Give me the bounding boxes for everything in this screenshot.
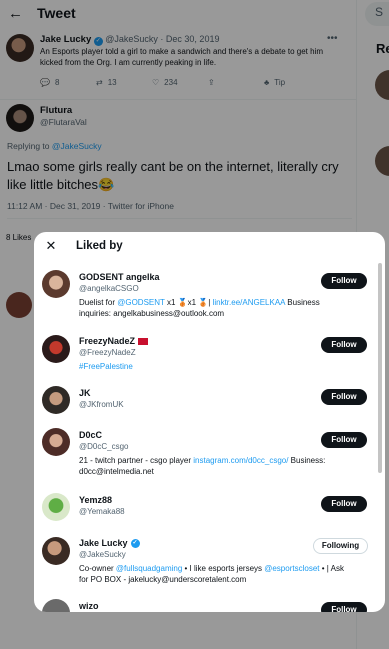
close-icon[interactable]: ✕ [42, 237, 60, 255]
user-handle: @JakeSucky [79, 550, 126, 559]
follow-button[interactable]: Follow [321, 273, 367, 289]
follow-button[interactable]: Follow [321, 496, 367, 512]
bio-link[interactable]: @GODSENT [117, 298, 165, 307]
bio-text: 21 - twitch partner - csgo player [79, 456, 194, 465]
bio-text: Duelist for [79, 298, 118, 307]
user-handle: @Yemaka88 [79, 507, 125, 516]
user-name[interactable]: GODSENT angelka [79, 272, 160, 282]
user-handle: @FreezyNadeZ [79, 348, 136, 357]
dialog-header: ✕ Liked by [34, 232, 385, 262]
user-name-text: Jake Lucky [79, 538, 128, 548]
user-name[interactable]: Jake Lucky ✓ [79, 538, 140, 548]
user-name-text: FreezyNadeZ [79, 336, 136, 346]
user-handle: @JKfromUK [79, 400, 124, 409]
user-name-text: GODSENT angelka [79, 272, 160, 282]
bio-text: Co-owner [79, 564, 116, 573]
follow-button[interactable]: Follow [321, 337, 367, 353]
user-name[interactable]: FreezyNadeZ [79, 336, 149, 346]
user-name-text: JK [79, 388, 91, 398]
user-handle: @D0cC_csgo [79, 442, 129, 451]
avatar[interactable] [42, 335, 70, 363]
follow-button[interactable]: Follow [321, 602, 367, 612]
user-bio: Co-owner @fullsquadgaming • I like espor… [79, 563, 351, 585]
verified-icon: ✓ [130, 538, 140, 548]
liked-by-dialog: ✕ Liked by GODSENT angelka @angelkaCSGO … [34, 232, 385, 612]
user-bio: #FreePalestine [79, 361, 351, 372]
bio-hashtag[interactable]: #FreePalestine [79, 362, 133, 371]
follow-button[interactable]: Follow [321, 389, 367, 405]
bio-text: • I like esports jerseys [182, 564, 265, 573]
avatar[interactable] [42, 599, 70, 612]
flag-icon [138, 337, 149, 345]
user-bio: Duelist for @GODSENT x1 🥉x1 🥉| linktr.ee… [79, 297, 351, 319]
bio-link[interactable]: @esportscloset [264, 564, 319, 573]
bio-link[interactable]: instagram.com/d0cc_csgo/ [193, 456, 288, 465]
user-bio: 21 - twitch partner - csgo player instag… [79, 455, 351, 477]
user-name[interactable]: Yemz88 [79, 495, 112, 505]
avatar[interactable] [42, 493, 70, 521]
avatar[interactable] [42, 270, 70, 298]
user-name[interactable]: D0cC [79, 430, 102, 440]
bio-link[interactable]: @fullsquadgaming [116, 564, 182, 573]
user-name[interactable]: JK [79, 388, 91, 398]
follow-button[interactable]: Follow [321, 432, 367, 448]
user-name-text: wizo [79, 601, 99, 611]
bio-link[interactable]: linktr.ee/ANGELKAA [213, 298, 285, 307]
avatar[interactable] [42, 386, 70, 414]
scrollbar[interactable] [378, 263, 382, 473]
dialog-title: Liked by [76, 240, 123, 252]
user-handle: @angelkaCSGO [79, 284, 139, 293]
user-name-text: D0cC [79, 430, 103, 440]
user-name-text: Yemz88 [79, 495, 113, 505]
bio-text: x1 🥉x1 🥉| [164, 298, 213, 307]
avatar[interactable] [42, 537, 70, 565]
following-button[interactable]: Following [313, 538, 368, 554]
avatar[interactable] [42, 428, 70, 456]
user-name[interactable]: wizo [79, 601, 99, 611]
